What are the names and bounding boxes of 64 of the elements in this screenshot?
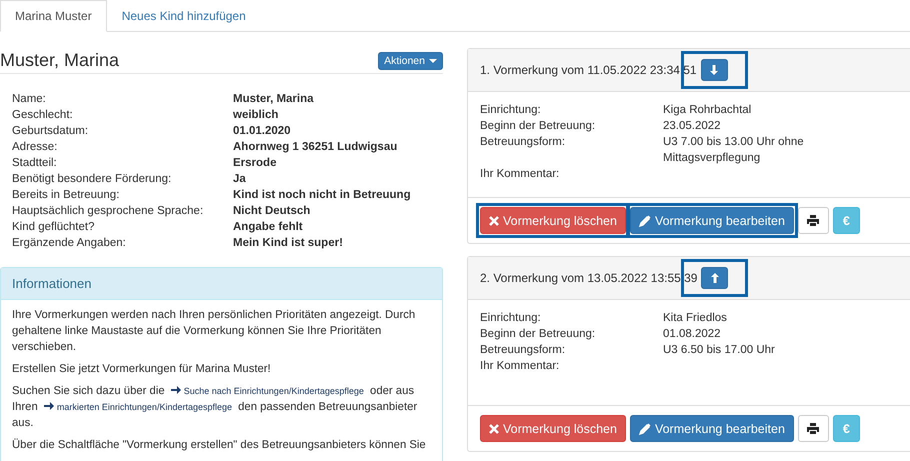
move-up-button[interactable] <box>701 267 728 289</box>
arrow-right-icon <box>44 402 54 410</box>
info-paragraph: Über die Schaltfläche "Vormerkung erstellen" des Betreuungsanbieters können Sie <box>12 438 427 453</box>
delete-button[interactable]: Vormerkung löschen <box>480 415 626 442</box>
detail-label: Geschlecht: <box>12 108 74 123</box>
edit-button[interactable]: Vormerkung bearbeiten <box>630 207 794 234</box>
actions-dropdown-button[interactable]: Aktionen <box>378 52 443 70</box>
link[interactable]: markierten Einrichtungen/Kindertagespflege <box>44 402 232 412</box>
print-button[interactable] <box>798 415 829 442</box>
detail-label: Stadtteil: <box>12 156 58 171</box>
detail-value: 01.01.2020 <box>233 124 292 139</box>
detail-label: Bereits in Betreuung: <box>12 188 120 203</box>
detail-label: Kind geflüchtet? <box>12 220 96 235</box>
pencil-icon <box>638 422 651 434</box>
detail-value: Nicht Deutsch <box>233 204 312 219</box>
field-value: Kiga Rohrbachtal <box>663 103 752 118</box>
detail-value: Mein Kind ist super! <box>233 236 344 251</box>
caret-icon <box>429 58 437 62</box>
pencil-icon <box>638 214 651 226</box>
info-paragraph: Suchen Sie sich dazu über die Suche nach Einrichtungen/Kindertagespflege oder aus Ihren markierten Einrichtungen/Kindertagespflege den passenden Betreuungsanbieter aus. <box>12 384 418 431</box>
close-icon <box>489 216 499 226</box>
field-value: U3 6.50 bis 17.00 Uhr <box>663 343 776 358</box>
detail-label: Adresse: <box>12 140 58 155</box>
detail-value: Muster, Marina <box>233 92 315 107</box>
child-name-heading: Muster, Marina <box>0 50 120 71</box>
info-paragraph: Erstellen Sie jetzt Vormerkungen für Marina Muster! <box>12 362 272 377</box>
delete-button[interactable]: Vormerkung löschen <box>480 207 626 234</box>
move-down-button[interactable] <box>700 59 728 81</box>
field-value: 23.05.2022 <box>663 119 722 134</box>
field-value: U3 7.00 bis 13.00 Uhr ohne Mittagsverpflegung <box>663 135 805 166</box>
info-panel-title: Informationen <box>12 276 92 291</box>
tab[interactable]: Marina Muster <box>0 0 107 32</box>
printer-icon <box>807 215 820 226</box>
field-label: Ihr Kommentar: <box>480 359 560 374</box>
field-label: Betreuungsform: <box>480 135 566 150</box>
detail-label: Benötigt besondere Förderung: <box>12 172 172 187</box>
edit-button[interactable]: Vormerkung bearbeiten <box>630 415 794 442</box>
field-value: 01.08.2022 <box>663 327 722 342</box>
arrow-down-icon <box>710 65 718 75</box>
detail-value: Ja <box>233 172 247 187</box>
field-label: Beginn der Betreuung: <box>480 119 596 134</box>
field-label: Betreuungsform: <box>480 343 566 358</box>
detail-value: weiblich <box>233 108 280 123</box>
detail-label: Hauptsächlich gesprochene Sprache: <box>12 204 204 219</box>
detail-value: Kind ist noch nicht in Betreuung <box>233 188 412 203</box>
field-label: Beginn der Betreuung: <box>480 327 596 342</box>
detail-label: Name: <box>12 92 47 107</box>
detail-value: Angabe fehlt <box>233 220 304 235</box>
print-button[interactable] <box>798 207 829 234</box>
arrow-right-icon <box>170 386 181 394</box>
field-label: Einrichtung: <box>480 103 542 118</box>
close-icon <box>489 424 499 434</box>
field-value: Kita Friedlos <box>663 311 728 326</box>
detail-value: Ahornweg 1 36251 Ludwigsau <box>233 140 398 155</box>
link[interactable]: Suche nach Einrichtungen/Kindertagespflege <box>170 386 364 396</box>
tab[interactable]: Neues Kind hinzufügen <box>106 0 261 32</box>
field-label: Ihr Kommentar: <box>480 167 560 182</box>
printer-icon <box>807 423 820 434</box>
detail-value: Ersrode <box>233 156 278 171</box>
field-label: Einrichtung: <box>480 311 542 326</box>
info-paragraph: Ihre Vormerkungen werden nach Ihren persönlichen Prioritäten angezeigt. Durch gehaltene linke Maustaste auf die Vormerkung können Sie Ihre Prioritäten verschieben. <box>12 308 416 355</box>
arrow-up-icon <box>710 273 719 283</box>
detail-label: Ergänzende Angaben: <box>12 236 127 251</box>
detail-label: Geburtsdatum: <box>12 124 90 139</box>
